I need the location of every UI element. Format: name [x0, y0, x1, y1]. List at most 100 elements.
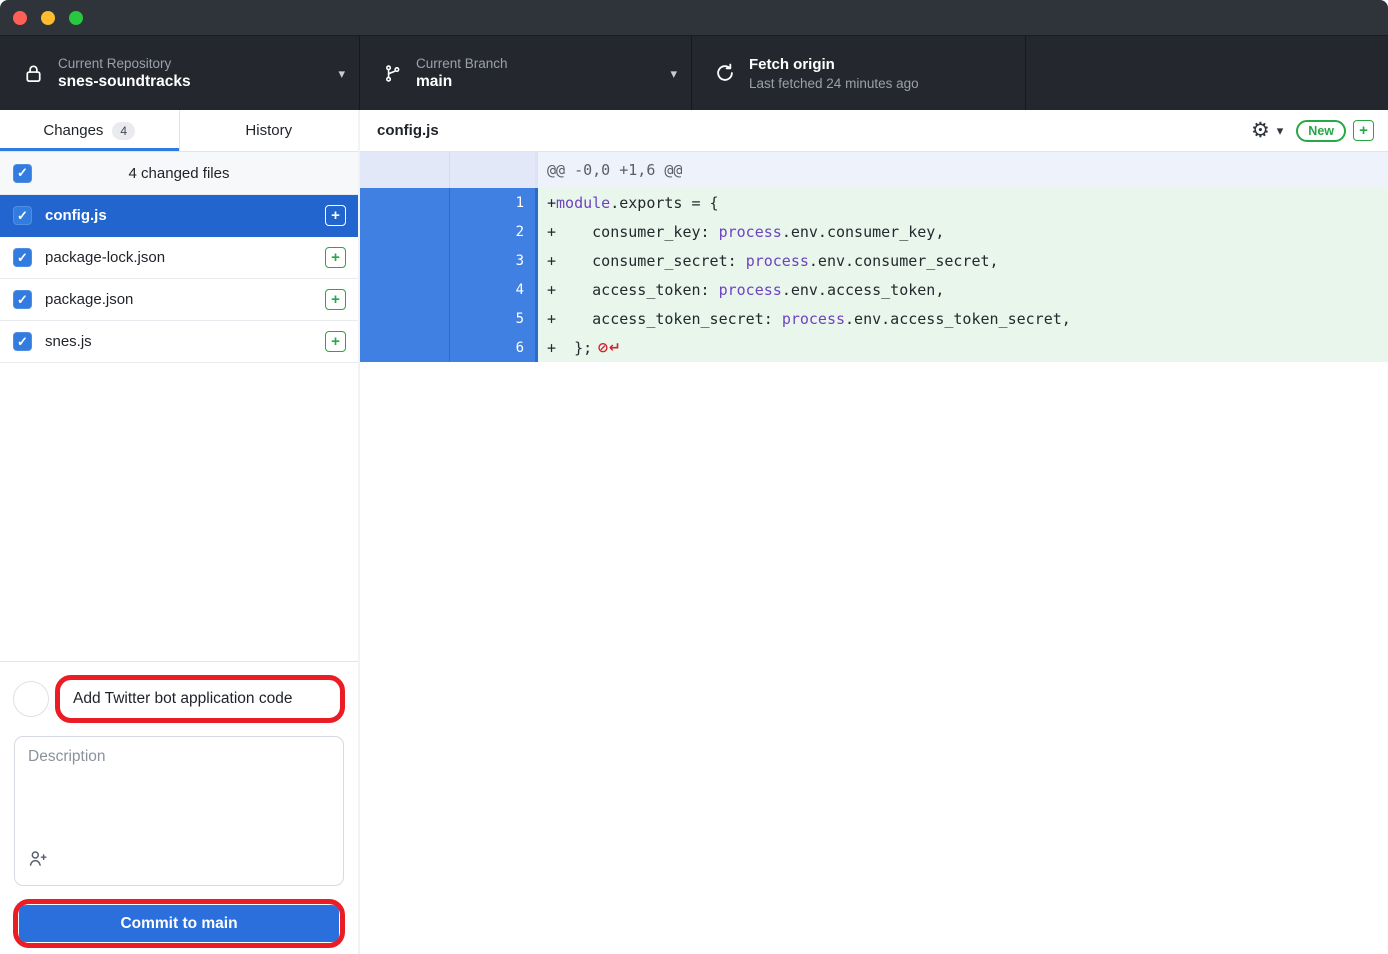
commit-form: Add Twitter bot application code Descrip… [0, 661, 358, 954]
sidebar-tabbar: Changes 4 History [0, 110, 358, 152]
check-icon: ✓ [17, 334, 28, 350]
file-row[interactable]: ✓ package.json + [0, 279, 358, 321]
chevron-down-icon: ▾ [670, 67, 677, 80]
file-added-status-icon: + [325, 205, 346, 226]
new-line-number-gutter[interactable]: 4 [450, 275, 538, 304]
file-name: package.json [45, 291, 325, 308]
file-checkbox[interactable]: ✓ [13, 206, 32, 225]
file-row[interactable]: ✓ snes.js + [0, 321, 358, 363]
diff-panel: config.js ⚙ ▾ New + @@ -0,0 +1,6 @@ 1 +m… [360, 110, 1388, 954]
new-feature-badge[interactable]: New [1296, 120, 1346, 142]
minimize-window-button[interactable] [41, 11, 55, 25]
toolbar: Current Repository snes-soundtracks ▾ Cu… [0, 36, 1388, 110]
file-checkbox[interactable]: ✓ [13, 290, 32, 309]
fetch-origin-button[interactable]: Fetch origin Last fetched 24 minutes ago [692, 36, 1026, 110]
no-newline-icon: ⊘↵ [597, 340, 620, 356]
old-line-number-gutter[interactable] [360, 333, 450, 362]
repository-label: Current Repository [58, 55, 338, 72]
diff-code: + };⊘↵ [538, 333, 1388, 362]
check-icon: ✓ [17, 292, 28, 308]
diff-code: + consumer_secret: process.env.consumer_… [538, 246, 1388, 275]
diff-code: +module.exports = { [538, 188, 1388, 217]
diff-header: config.js ⚙ ▾ New + [360, 110, 1388, 152]
annotation-highlight-summary: Add Twitter bot application code [55, 675, 345, 723]
tab-changes[interactable]: Changes 4 [0, 110, 179, 151]
old-line-number-gutter[interactable] [360, 152, 450, 188]
new-line-number-gutter[interactable]: 1 [450, 188, 538, 217]
avatar [13, 681, 49, 717]
tab-history-label: History [245, 122, 292, 139]
commit-summary-input[interactable]: Add Twitter bot application code [61, 681, 339, 717]
toolbar-empty-area [1026, 36, 1388, 110]
zoom-window-button[interactable] [69, 11, 83, 25]
file-name: config.js [45, 207, 325, 224]
old-line-number-gutter[interactable] [360, 275, 450, 304]
diff-code: @@ -0,0 +1,6 @@ [538, 152, 1388, 188]
file-name: package-lock.json [45, 249, 325, 266]
file-added-status-icon: + [325, 289, 346, 310]
check-icon: ✓ [17, 208, 28, 224]
diff-code: + access_token: process.env.access_token… [538, 275, 1388, 304]
diff-line: 2 + consumer_key: process.env.consumer_k… [360, 217, 1388, 246]
git-branch-icon [382, 63, 403, 84]
old-line-number-gutter[interactable] [360, 304, 450, 333]
diff-line: 1 +module.exports = { [360, 188, 1388, 217]
changed-files-label: 4 changed files [0, 165, 358, 182]
changed-files-summary-row: ✓ 4 changed files [0, 152, 358, 195]
diff-file-title: config.js [377, 122, 1251, 139]
new-line-number-gutter[interactable]: 6 [450, 333, 538, 362]
github-desktop-window: Current Repository snes-soundtracks ▾ Cu… [0, 0, 1388, 954]
diff-body: @@ -0,0 +1,6 @@ 1 +module.exports = { 2 … [360, 152, 1388, 954]
chevron-down-icon[interactable]: ▾ [1277, 124, 1284, 137]
branch-label: Current Branch [416, 55, 670, 72]
diff-line: 4 + access_token: process.env.access_tok… [360, 275, 1388, 304]
old-line-number-gutter[interactable] [360, 246, 450, 275]
close-window-button[interactable] [13, 11, 27, 25]
changes-sidebar: Changes 4 History ✓ 4 changed files ✓ co… [0, 110, 360, 954]
select-all-checkbox[interactable]: ✓ [13, 164, 32, 183]
old-line-number-gutter[interactable] [360, 188, 450, 217]
file-added-status-icon: + [325, 247, 346, 268]
changed-files-list: ✓ config.js + ✓ package-lock.json + ✓ pa… [0, 195, 358, 363]
titlebar [0, 0, 1388, 36]
diff-line: 3 + consumer_secret: process.env.consume… [360, 246, 1388, 275]
repository-name: snes-soundtracks [58, 72, 338, 92]
current-branch-dropdown[interactable]: Current Branch main ▾ [360, 36, 692, 110]
diff-line: 6 + };⊘↵ [360, 333, 1388, 362]
check-icon: ✓ [17, 250, 28, 266]
tab-history[interactable]: History [179, 110, 359, 151]
file-checkbox[interactable]: ✓ [13, 332, 32, 351]
file-row[interactable]: ✓ package-lock.json + [0, 237, 358, 279]
add-co-author-icon[interactable] [27, 848, 48, 874]
new-line-number-gutter[interactable]: 3 [450, 246, 538, 275]
chevron-down-icon: ▾ [338, 67, 345, 80]
new-line-number-gutter[interactable]: 2 [450, 217, 538, 246]
new-line-number-gutter[interactable] [450, 152, 538, 188]
sidebar-empty-area [0, 363, 358, 661]
check-icon: ✓ [17, 165, 28, 181]
sync-icon [714, 62, 736, 84]
file-row[interactable]: ✓ config.js + [0, 195, 358, 237]
diff-line: 5 + access_token_secret: process.env.acc… [360, 304, 1388, 333]
commit-button[interactable]: Commit to main [19, 905, 339, 942]
file-checkbox[interactable]: ✓ [13, 248, 32, 267]
annotation-highlight-commit-button: Commit to main [13, 899, 345, 948]
old-line-number-gutter[interactable] [360, 217, 450, 246]
diff-code: + access_token_secret: process.env.acces… [538, 304, 1388, 333]
tab-changes-label: Changes [43, 122, 103, 139]
file-name: snes.js [45, 333, 325, 350]
fetch-status: Last fetched 24 minutes ago [749, 75, 1011, 92]
expand-diff-button[interactable]: + [1353, 120, 1374, 141]
current-repository-dropdown[interactable]: Current Repository snes-soundtracks ▾ [0, 36, 360, 110]
branch-name: main [416, 72, 670, 92]
commit-description-input[interactable]: Description [14, 736, 344, 886]
diff-hunk-header: @@ -0,0 +1,6 @@ [360, 152, 1388, 188]
description-placeholder: Description [28, 748, 106, 766]
file-added-status-icon: + [325, 331, 346, 352]
lock-icon [22, 62, 45, 85]
new-line-number-gutter[interactable]: 5 [450, 304, 538, 333]
diff-code: + consumer_key: process.env.consumer_key… [538, 217, 1388, 246]
diff-options-gear-icon[interactable]: ⚙ [1251, 120, 1270, 141]
fetch-label: Fetch origin [749, 55, 1011, 75]
changes-count-badge: 4 [112, 122, 135, 140]
